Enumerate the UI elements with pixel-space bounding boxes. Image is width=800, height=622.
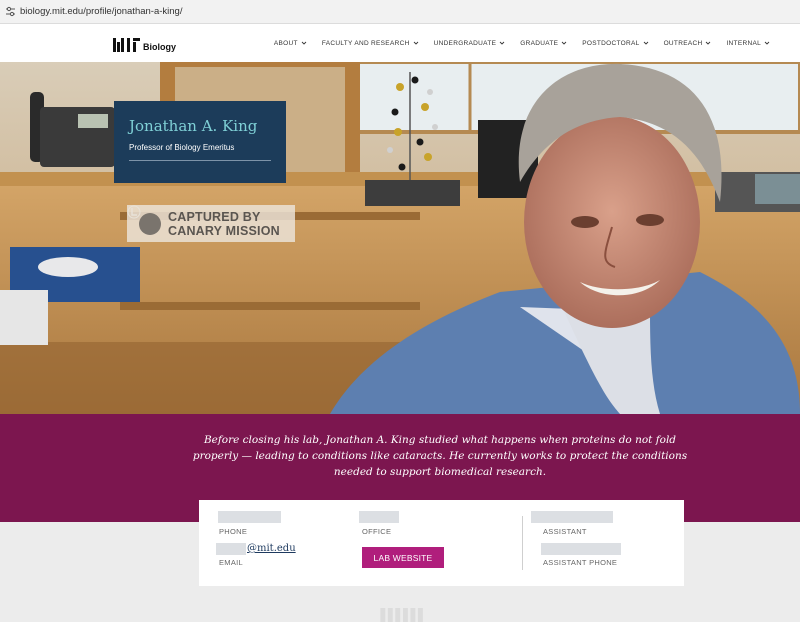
redacted-assistant bbox=[531, 511, 613, 523]
profile-name: Jonathan A. King bbox=[129, 117, 258, 135]
assistant-phone-label: ASSISTANT PHONE bbox=[543, 558, 618, 567]
office-label: OFFICE bbox=[362, 527, 392, 536]
divider bbox=[129, 160, 271, 161]
chevron-down-icon bbox=[706, 41, 711, 45]
nav-label: INTERNAL bbox=[726, 39, 761, 47]
nav-label: ABOUT bbox=[273, 39, 298, 47]
lab-website-button[interactable]: LAB WEBSITE bbox=[362, 547, 444, 568]
logo-text: Biology bbox=[143, 42, 176, 52]
nav-internal[interactable]: INTERNAL bbox=[726, 40, 770, 47]
chevron-down-icon bbox=[413, 41, 418, 45]
main-nav: ABOUT FACULTY AND RESEARCH UNDERGRADUATE… bbox=[274, 24, 770, 62]
footer-logo-icon: ⅢⅢ bbox=[378, 604, 425, 622]
chevron-down-icon bbox=[301, 41, 307, 45]
summary-text: Before closing his lab, Jonathan A. King… bbox=[192, 434, 688, 478]
browser-address-bar[interactable]: biology.mit.edu/profile/jonathan-a-king/ bbox=[0, 0, 800, 24]
email-link[interactable]: @mit.edu bbox=[247, 543, 296, 554]
redacted-phone bbox=[218, 511, 281, 523]
site-settings-icon[interactable] bbox=[4, 6, 16, 18]
chevron-down-icon bbox=[499, 41, 505, 45]
site-header: Biology ABOUT FACULTY AND RESEARCH UNDER… bbox=[0, 24, 800, 62]
nav-postdoctoral[interactable]: POSTDOCTORAL bbox=[582, 40, 648, 47]
chevron-down-icon bbox=[764, 41, 770, 45]
chevron-down-icon bbox=[561, 41, 567, 45]
url-text[interactable]: biology.mit.edu/profile/jonathan-a-king/ bbox=[20, 6, 182, 17]
nav-graduate[interactable]: GRADUATE bbox=[520, 40, 567, 47]
redacted-assistant-phone bbox=[541, 543, 621, 555]
page: biology.mit.edu/profile/jonathan-a-king/… bbox=[0, 0, 800, 622]
redacted-office bbox=[359, 511, 399, 523]
profile-title: Professor of Biology Emeritus bbox=[129, 143, 235, 152]
email-label: EMAIL bbox=[219, 558, 244, 567]
nav-about[interactable]: ABOUT bbox=[274, 40, 307, 47]
nav-faculty-and-research[interactable]: FACULTY AND RESEARCH bbox=[322, 40, 419, 47]
canary-mission-logo-icon bbox=[127, 205, 161, 235]
nav-undergraduate[interactable]: UNDERGRADUATE bbox=[434, 40, 506, 47]
watermark-line-2: CANARY MISSION bbox=[168, 223, 280, 238]
nav-label: FACULTY AND RESEARCH bbox=[321, 39, 410, 47]
mit-biology-logo[interactable]: Biology bbox=[113, 34, 176, 52]
nav-label: OUTREACH bbox=[663, 39, 703, 47]
assistant-label: ASSISTANT bbox=[543, 527, 587, 536]
hero-image: Jonathan A. King Professor of Biology Em… bbox=[0, 62, 800, 414]
canary-mission-watermark: CAPTURED BY CANARY MISSION bbox=[127, 205, 295, 242]
profile-name-card: Jonathan A. King Professor of Biology Em… bbox=[114, 101, 286, 183]
divider bbox=[522, 516, 523, 570]
redacted-email-user bbox=[216, 543, 246, 555]
phone-label: PHONE bbox=[219, 527, 248, 536]
nav-label: POSTDOCTORAL bbox=[582, 39, 640, 47]
contact-card: PHONE OFFICE @mit.edu EMAIL LAB WEBSITE … bbox=[199, 500, 684, 586]
nav-label: GRADUATE bbox=[520, 39, 559, 47]
watermark-line-1: CAPTURED BY bbox=[168, 209, 261, 224]
nav-outreach[interactable]: OUTREACH bbox=[664, 40, 712, 47]
watermark-text: CAPTURED BY CANARY MISSION bbox=[168, 210, 280, 238]
mit-logo-icon bbox=[113, 38, 140, 52]
chevron-down-icon bbox=[643, 41, 648, 45]
nav-label: UNDERGRADUATE bbox=[433, 39, 497, 47]
